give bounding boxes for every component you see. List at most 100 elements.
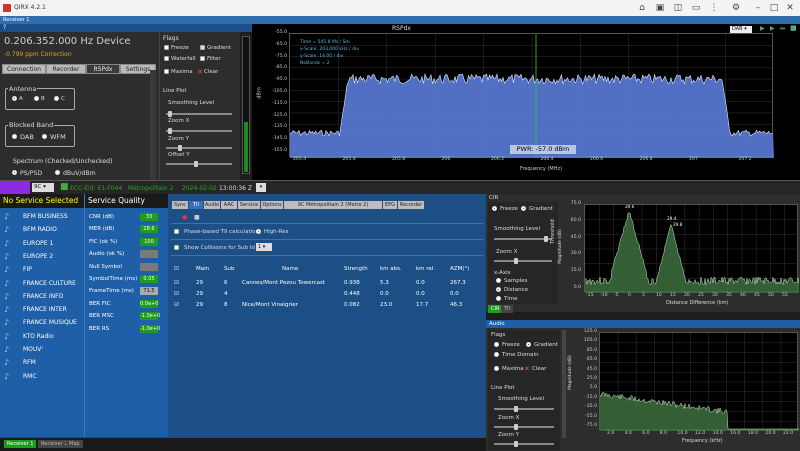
spectrum-plot[interactable]: Time = 545.8 Ms / Sm x-Scale: 203,000 kH… <box>289 33 774 158</box>
tii-tab[interactable]: Audio <box>204 201 220 209</box>
spectrum-mode-select[interactable]: DAB ▾ <box>730 26 752 33</box>
service-item[interactable]: ♪ FIP <box>0 263 84 276</box>
service-item[interactable]: ♪ EUROPE 1 <box>0 237 84 250</box>
audio-smoothing-slider[interactable] <box>494 408 554 410</box>
split-icon[interactable]: ⋮ <box>708 2 720 14</box>
offsety-knob[interactable] <box>194 161 198 167</box>
maxima-checkbox[interactable] <box>164 69 169 74</box>
audio-zoomy-knob[interactable] <box>514 441 518 447</box>
service-item[interactable]: ♪ MOUV' <box>0 343 84 356</box>
cir-freeze-radio[interactable] <box>492 206 497 211</box>
waterfall-checkbox[interactable] <box>164 56 169 61</box>
cir-distance-radio[interactable] <box>496 287 501 292</box>
service-item[interactable]: ♪ KTO Radio <box>0 330 84 343</box>
service-item[interactable]: ♪ RFM <box>0 356 84 369</box>
blocked-wfm-radio[interactable] <box>42 134 47 139</box>
service-item[interactable]: ♪ BFM RADIO <box>0 223 84 236</box>
zoomx-slider[interactable] <box>166 130 232 132</box>
home-icon[interactable]: ⌂ <box>636 2 648 14</box>
service-item[interactable]: ♪ EUROPE 2 <box>0 250 84 263</box>
clear-icon[interactable]: ✕ <box>197 68 203 76</box>
audio-scrollbar[interactable] <box>562 330 566 438</box>
antenna-a-radio[interactable] <box>12 96 17 101</box>
table-row[interactable]: ☑ 29 6 Cannes/Mont Pezou Towercast 0.938 5.3 0… <box>172 278 472 289</box>
gear-icon[interactable]: ⚙ <box>730 2 742 14</box>
stop-icon[interactable]: ■ <box>790 24 797 32</box>
audio-zoomx-knob[interactable] <box>514 424 518 430</box>
tii-tab[interactable]: Options <box>261 201 283 209</box>
record-icon[interactable]: ● <box>182 214 187 221</box>
collisions-checkbox[interactable] <box>174 245 179 250</box>
close-icon[interactable]: ✕ <box>784 2 796 14</box>
zoomy-knob[interactable] <box>178 145 182 151</box>
freeze-checkbox[interactable] <box>164 45 169 50</box>
tii-tab[interactable]: Sync <box>172 201 188 209</box>
tab-receiver-1[interactable]: Receiver 1 <box>4 440 37 448</box>
tab-tii-small[interactable]: TII <box>501 305 514 313</box>
table-row[interactable]: ☑ 29 8 Nice/Mont Vinaigrier 0.082 23.0 17.7 46.… <box>172 300 472 311</box>
sub-id-select[interactable]: 1 ▾ <box>256 243 272 251</box>
tii-tab[interactable]: TII <box>189 201 203 209</box>
audio-smoothing-knob[interactable] <box>514 406 518 412</box>
audio-maxima-radio[interactable] <box>494 366 499 371</box>
smoothing-slider[interactable] <box>166 113 232 115</box>
antenna-b-radio[interactable] <box>34 96 39 101</box>
audio-zoomx-slider[interactable] <box>494 426 554 428</box>
audio-clear-icon[interactable]: ✕ <box>524 365 530 373</box>
info-dropdown[interactable]: ▾ <box>256 183 266 192</box>
antenna-c-radio[interactable] <box>54 96 59 101</box>
tab-recorder[interactable]: Recorder <box>46 64 86 74</box>
image-icon[interactable]: ▣ <box>654 2 666 14</box>
help-button[interactable]: ? <box>3 24 6 31</box>
service-item[interactable]: ♪ FRANCE MUSIQUE <box>0 316 84 329</box>
service-item[interactable]: ♪ BFM BUSINESS <box>0 210 84 223</box>
filter-checkbox[interactable] <box>200 56 205 61</box>
skip-icon[interactable]: ⏭ <box>780 25 785 33</box>
row-check[interactable]: ☑ <box>174 302 179 308</box>
audio-zoomy-slider[interactable] <box>494 443 554 445</box>
offsety-slider[interactable] <box>166 163 232 165</box>
minimize-icon[interactable]: – <box>752 2 764 14</box>
zoomy-slider[interactable] <box>166 147 232 149</box>
cir-plot[interactable]: 29.6 29.4 29.8 <box>584 204 800 293</box>
cir-smoothing-knob[interactable] <box>544 236 548 242</box>
highres-radio[interactable] <box>256 229 261 234</box>
tab-rspdx[interactable]: RSPdx <box>86 64 120 74</box>
header-check[interactable]: ☑ <box>174 266 179 272</box>
cir-zoomx-knob[interactable] <box>514 258 518 264</box>
play-icon[interactable]: ▶ <box>760 25 765 32</box>
tii-tab[interactable]: Service <box>238 201 260 209</box>
table-row[interactable]: ☑ 29 4 0.448 0.0 0.0 0.0 <box>172 289 472 300</box>
audio-gradient-radio[interactable] <box>526 342 531 347</box>
cir-time-radio[interactable] <box>496 296 501 301</box>
maximize-icon[interactable]: □ <box>768 2 780 14</box>
tab-map[interactable]: Map <box>66 440 83 448</box>
audio-plot[interactable] <box>599 332 799 431</box>
service-item[interactable]: ♪ RMC <box>0 370 84 383</box>
tii-tab[interactable]: AAC <box>221 201 237 209</box>
bookmark-icon[interactable]: ▭ <box>690 2 702 14</box>
audio-timedomain-radio[interactable] <box>494 352 499 357</box>
phase-checkbox[interactable] <box>174 229 179 234</box>
row-check[interactable]: ☑ <box>174 280 179 286</box>
service-item[interactable]: ♪ FRANCE INTER <box>0 303 84 316</box>
blocked-dab-radio[interactable] <box>12 134 17 139</box>
row-check[interactable]: ☑ <box>174 291 179 297</box>
device-scrollbar[interactable] <box>150 70 156 180</box>
tii-tab[interactable]: Recorder <box>398 201 424 209</box>
cir-samples-radio[interactable] <box>496 278 501 283</box>
service-item[interactable]: ♪ FRANCE CULTURE <box>0 277 84 290</box>
audio-freeze-radio[interactable] <box>494 342 499 347</box>
map-icon[interactable]: ◫ <box>672 2 684 14</box>
smoothing-knob[interactable] <box>168 111 172 117</box>
ps-psd-radio[interactable] <box>12 170 17 175</box>
stop-record-icon[interactable]: ■ <box>194 214 200 221</box>
service-item[interactable]: ♪ FRANCE INFO <box>0 290 84 303</box>
dbuv-radio[interactable] <box>55 170 60 175</box>
gradient-checkbox[interactable] <box>200 45 205 50</box>
cir-gradient-radio[interactable] <box>521 206 526 211</box>
cir-zoomx-slider[interactable] <box>494 260 552 262</box>
zoomx-knob[interactable] <box>168 128 172 134</box>
forward-icon[interactable]: ▶ <box>770 25 775 32</box>
channel-select[interactable]: 9C ▾ <box>32 183 54 192</box>
